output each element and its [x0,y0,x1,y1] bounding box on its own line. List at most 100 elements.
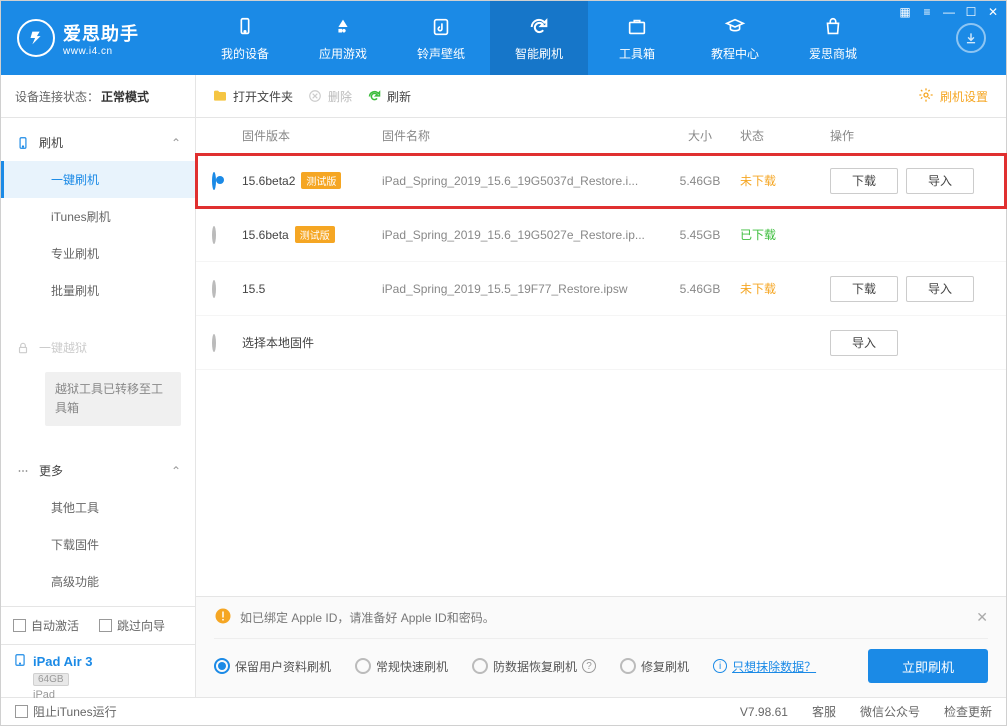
col-act-header: 操作 [830,127,990,144]
import-button[interactable]: 导入 [906,168,974,194]
download-button[interactable]: 下载 [830,276,898,302]
sidebar-item-批量刷机[interactable]: 批量刷机 [1,272,195,309]
select-radio[interactable] [212,172,216,190]
help-icon[interactable]: ? [582,659,596,673]
info-icon[interactable]: i [713,659,727,673]
firmware-row[interactable]: 15.6beta2测试版iPad_Spring_2019_15.6_19G503… [196,154,1006,208]
col-ver-header: 固件版本 [242,127,382,144]
phone-icon [15,135,31,151]
sidebar-item-下载固件[interactable]: 下载固件 [1,526,195,563]
close-icon[interactable]: ✕ [986,5,1000,19]
store-icon [821,15,845,39]
refresh-button[interactable]: 刷新 [366,88,411,105]
flash-settings-button[interactable]: 刷机设置 [918,87,988,106]
conn-value: 正常模式 [101,88,149,105]
wechat-link[interactable]: 微信公众号 [860,703,920,720]
customer-service-link[interactable]: 客服 [812,703,836,720]
apps-icon [331,15,355,39]
sidebar-item-专业刷机[interactable]: 专业刷机 [1,235,195,272]
device-type: iPad [33,689,183,701]
tutorial-icon [723,15,747,39]
body: 刷机 ⌃ 一键刷机iTunes刷机专业刷机批量刷机 一键越狱 越狱工具已转移至工… [1,118,1006,697]
gear-icon [918,87,934,106]
open-folder-button[interactable]: 打开文件夹 [212,88,293,105]
app-title: 爱思助手 [63,20,139,46]
device-info[interactable]: iPad Air 3 64GB iPad [1,644,195,709]
download-button[interactable] [956,23,986,53]
sidebar-item-iTunes刷机[interactable]: iTunes刷机 [1,198,195,235]
flash-icon [527,15,551,39]
sidebar-item-高级功能[interactable]: 高级功能 [1,563,195,600]
delete-icon [307,88,323,104]
nav-tabs: 我的设备应用游戏铃声壁纸智能刷机工具箱教程中心爱思商城 [196,1,882,75]
nav-tab-tools[interactable]: 工具箱 [588,1,686,75]
erase-info: i 只想抹除数据？ [713,658,816,675]
block-itunes-checkbox[interactable]: 阻止iTunes运行 [15,703,117,720]
storage-badge: 64GB [33,673,69,686]
menu-icon[interactable]: ≡ [920,5,934,19]
nav-tab-tutorial[interactable]: 教程中心 [686,1,784,75]
opt-normal[interactable]: 常规快速刷机 [355,658,448,675]
firmware-name: iPad_Spring_2019_15.6_19G5027e_Restore.i… [382,228,660,242]
firmware-row[interactable]: 15.6beta测试版iPad_Spring_2019_15.6_19G5027… [196,208,1006,262]
auto-activate-checkbox[interactable]: 自动激活 [13,617,79,634]
lock-icon [15,340,31,356]
firmware-row[interactable]: 选择本地固件导入 [196,316,1006,370]
sidebar-jailbreak-header: 一键越狱 [1,329,195,366]
nav-tab-apps[interactable]: 应用游戏 [294,1,392,75]
chevron-up-icon: ⌃ [171,136,181,150]
skip-guide-checkbox[interactable]: 跳过向导 [99,617,165,634]
minimize-icon[interactable]: — [942,5,956,19]
app-url: www.i4.cn [63,46,139,57]
grid-icon[interactable]: ▦ [898,5,912,19]
logo-area: 爱思助手 www.i4.cn [1,1,196,75]
chevron-up-icon: ⌃ [171,464,181,478]
select-radio[interactable] [212,334,216,352]
opt-repair[interactable]: 修复刷机 [620,658,689,675]
col-name-header: 固件名称 [382,127,660,144]
nav-tab-device[interactable]: 我的设备 [196,1,294,75]
refresh-icon [366,88,382,104]
main-content: 固件版本 固件名称 大小 状态 操作 15.6beta2测试版iPad_Spri… [196,118,1006,697]
opt-keep-data[interactable]: 保留用户资料刷机 [214,658,331,675]
select-radio[interactable] [212,280,216,298]
erase-link[interactable]: 只想抹除数据？ [732,658,816,675]
sidebar-item-其他工具[interactable]: 其他工具 [1,489,195,526]
warning-icon [214,607,232,628]
check-update-link[interactable]: 检查更新 [944,703,992,720]
media-icon [429,15,453,39]
table-header: 固件版本 固件名称 大小 状态 操作 [196,118,1006,154]
import-button[interactable]: 导入 [906,276,974,302]
device-icon [233,15,257,39]
sidebar: 刷机 ⌃ 一键刷机iTunes刷机专业刷机批量刷机 一键越狱 越狱工具已转移至工… [1,118,196,697]
sidebar-flash-header[interactable]: 刷机 ⌃ [1,124,195,161]
toolbar: 设备连接状态： 正常模式 打开文件夹 删除 刷新 刷机设置 [1,75,1006,118]
appleid-tip: 如已绑定 Apple ID，请准备好 Apple ID和密码。 ✕ [214,607,988,638]
import-button[interactable]: 导入 [830,330,898,356]
start-flash-button[interactable]: 立即刷机 [868,649,988,683]
app-logo-icon [17,19,55,57]
conn-label: 设备连接状态： [15,88,99,105]
select-radio[interactable] [212,226,216,244]
sidebar-item-一键刷机[interactable]: 一键刷机 [1,161,195,198]
col-size-header: 大小 [660,127,740,144]
firmware-name: iPad_Spring_2019_15.6_19G5037d_Restore.i… [382,174,660,188]
firmware-row[interactable]: 15.5iPad_Spring_2019_15.5_19F77_Restore.… [196,262,1006,316]
firmware-name: iPad_Spring_2019_15.5_19F77_Restore.ipsw [382,282,660,296]
maximize-icon[interactable]: ☐ [964,5,978,19]
nav-tab-store[interactable]: 爱思商城 [784,1,882,75]
nav-tab-media[interactable]: 铃声壁纸 [392,1,490,75]
opt-anti-recovery[interactable]: 防数据恢复刷机? [472,658,596,675]
sidebar-more-header[interactable]: 更多 ⌃ [1,452,195,489]
download-button[interactable]: 下载 [830,168,898,194]
delete-button: 删除 [307,88,352,105]
col-status-header: 状态 [740,127,830,144]
jailbreak-note: 越狱工具已转移至工具箱 [45,372,181,426]
tools-icon [625,15,649,39]
close-tip-button[interactable]: ✕ [976,609,988,626]
window-controls: ▦ ≡ — ☐ ✕ [898,5,1000,19]
nav-tab-flash[interactable]: 智能刷机 [490,1,588,75]
folder-icon [212,88,228,104]
more-icon [15,463,31,479]
tablet-icon [13,653,27,670]
